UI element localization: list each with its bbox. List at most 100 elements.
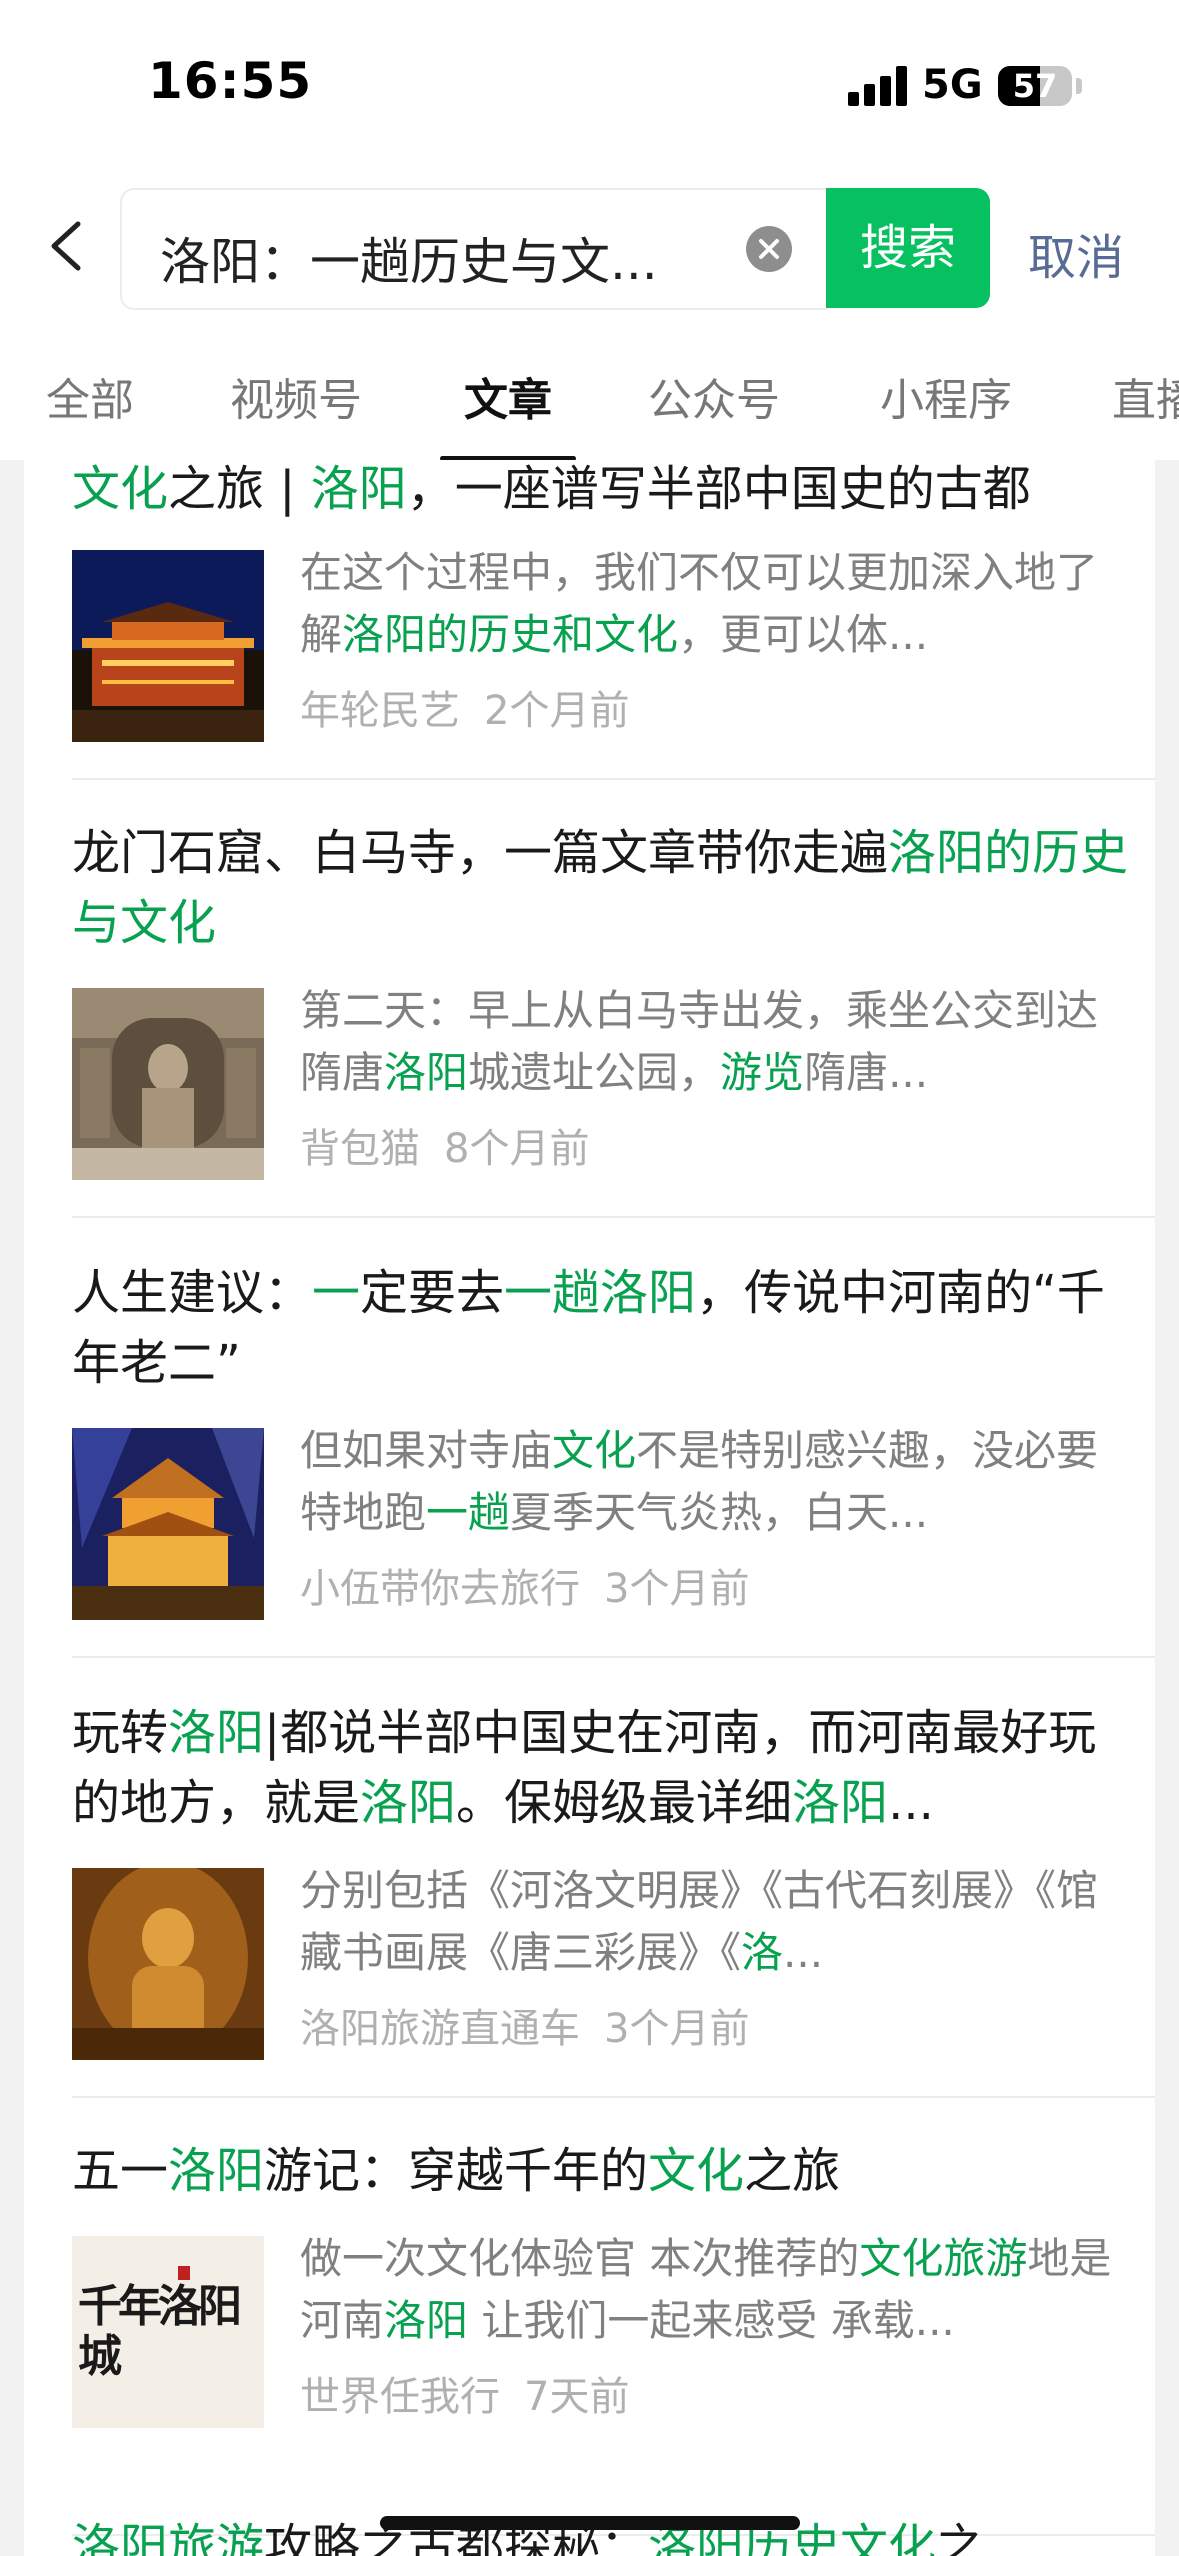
highlight-text: 洛阳 [384,2296,469,2345]
highlight-text: 洛阳 [384,1048,469,1097]
article-title[interactable]: 五一洛阳游记：穿越千年的文化之旅 [72,2136,1130,2206]
article-snippet: 在这个过程中，我们不仅可以更加深入地了解洛阳的历史和文化，更可以体... [300,542,1130,666]
article-meta: 背包猫 8个月前 [300,1116,589,1174]
article-time: 3个月前 [604,1566,750,1612]
list-item[interactable]: 文化之旅 | 洛阳，一座谱写半部中国史的古都 在这个过程中，我们不仅可以更加深入… [72,460,1130,744]
lit-pagoda-image [72,1428,264,1620]
text-segment: 玩转 [72,1705,169,1761]
article-title[interactable]: 文化之旅 | 洛阳，一座谱写半部中国史的古都 [72,460,1130,524]
text-segment: 城遗址公园， [468,1048,721,1097]
battery-level: 57 [1012,67,1058,105]
text-segment: 之旅 | [168,461,311,517]
results-card: 文化之旅 | 洛阳，一座谱写半部中国史的古都 在这个过程中，我们不仅可以更加深入… [24,460,1155,2556]
article-time: 8个月前 [444,1126,590,1172]
results-list: 文化之旅 | 洛阳，一座谱写半部中国史的古都 在这个过程中，我们不仅可以更加深入… [0,460,1179,2556]
highlight-text: 文化 [552,1426,637,1475]
article-title[interactable]: 人生建议：一定要去一趟洛阳，传说中河南的“千年老二” [72,1258,1130,1398]
article-time: 3个月前 [604,2006,750,2052]
article-source: 年轮民艺 [300,688,460,734]
article-snippet: 分别包括《河洛文明展》《古代石刻展》《馆藏书画展《唐三彩展》《洛... [300,1860,1130,1984]
text-segment: ，更可以体... [678,610,929,659]
divider [72,2096,1155,2098]
text-segment: 分别包括《河洛文明展》《古代石刻展》《馆藏书画展《唐三彩展》《 [300,1866,1099,1977]
article-meta: 年轮民艺 2个月前 [300,678,629,736]
highlight-text: 洛阳 [168,1705,265,1761]
cellular-signal-icon [848,66,908,106]
grotto-buddha-image [72,988,264,1180]
article-snippet: 第二天：早上从白马寺出发，乘坐公交到达隋唐洛阳城遗址公园，游览隋唐... [300,980,1130,1104]
text-segment: 但如果对寺庙 [300,1426,553,1475]
night-palace-image [72,550,264,742]
text-segment: 让我们一起来感受 承载... [468,2296,955,2345]
text-segment: 隋唐... [804,1048,929,1097]
article-time: 7天前 [524,2374,630,2420]
battery-icon: 57 [998,66,1072,106]
back-arrow-icon[interactable] [40,216,100,276]
tab-official-accounts[interactable]: 公众号 [648,364,780,428]
text-segment: 人生建议： [72,1265,313,1321]
article-time: 2个月前 [484,688,630,734]
article-source: 洛阳旅游直通车 [300,2006,580,2052]
tab-articles[interactable]: 文章 [464,364,552,428]
list-item[interactable]: 五一洛阳游记：穿越千年的文化之旅 千年洛阳城 做一次文化体验官 本次推荐的文化旅… [72,2136,1130,2430]
text-segment: ... [783,1928,824,1977]
status-time: 16:55 [148,52,313,110]
text-segment: ... [888,1775,934,1831]
home-indicator[interactable] [380,2516,800,2530]
highlight-text: 洛阳 [310,461,407,517]
article-snippet: 但如果对寺庙文化不是特别感兴趣，没必要特地跑一趟夏季天气炎热，白天... [300,1420,1130,1544]
search-input[interactable]: 洛阳：一趟历史与文... [120,188,828,310]
text-segment: 之旅 [744,2143,841,2199]
article-source: 背包猫 [300,1126,420,1172]
highlight-text: 文化 [72,461,169,517]
calligraphy-poster-image: 千年洛阳城 [72,2236,264,2428]
tab-mini-programs[interactable]: 小程序 [880,364,1012,428]
article-title[interactable]: 玩转洛阳|都说半部中国史在河南，而河南最好玩的地方，就是洛阳。保姆级最详细洛阳.… [72,1698,1130,1838]
highlight-text: 洛阳 [168,2143,265,2199]
cancel-button[interactable]: 取消 [1028,218,1124,288]
tab-live[interactable]: 直播 [1112,364,1179,428]
tab-channels[interactable]: 视频号 [230,364,362,428]
highlight-text: 文化 [648,2143,745,2199]
list-item[interactable]: 人生建议：一定要去一趟洛阳，传说中河南的“千年老二” 但如果对寺庙文化不是特别感… [72,1258,1130,1622]
article-meta: 小伍带你去旅行 3个月前 [300,1556,749,1614]
text-segment: 定要去 [360,1265,505,1321]
article-source: 小伍带你去旅行 [300,1566,580,1612]
highlight-text: 一 [312,1265,361,1321]
search-button[interactable]: 搜索 [826,188,990,308]
article-title[interactable]: 龙门石窟、白马寺，一篇文章带你走遍洛阳的历史与文化 [72,818,1130,958]
seal-stamp [178,2266,190,2280]
highlight-text: 一趟 [426,1488,511,1537]
highlight-text: 一趟洛阳 [504,1265,697,1321]
search-query[interactable]: 洛阳：一趟历史与文... [160,222,658,294]
text-segment: 做一次文化体验官 本次推荐的 [300,2234,860,2283]
text-segment: 之 [936,2519,985,2556]
divider [72,1656,1155,1658]
highlight-text: 洛阳 [792,1775,889,1831]
tab-all[interactable]: 全部 [46,364,134,428]
battery-tip [1076,78,1082,94]
text-segment: 龙门石窟、白马寺，一篇文章带你走遍 [72,825,889,881]
network-type: 5G [922,62,983,108]
divider [72,778,1155,780]
highlight-text: 洛 [741,1928,784,1977]
text-segment: 五一 [72,2143,169,2199]
golden-buddha-image [72,1868,264,2060]
text-segment: ，一座谱写半部中国史的古都 [406,461,1031,517]
poster-text: 千年洛阳城 [78,2281,242,2382]
highlight-text: 文化旅游 [859,2234,1028,2283]
article-source: 世界任我行 [300,2374,500,2420]
article-meta: 世界任我行 7天前 [300,2364,629,2422]
text-segment: 夏季天气炎热，白天... [510,1488,929,1537]
highlight-text: 洛阳的历史和文化 [342,610,679,659]
search-header: 洛阳：一趟历史与文... 搜索 取消 [0,170,1179,330]
article-meta: 洛阳旅游直通车 3个月前 [300,1996,749,2054]
list-item[interactable]: 龙门石窟、白马寺，一篇文章带你走遍洛阳的历史与文化 第二天：早上从白马寺出发，乘… [72,818,1130,1182]
list-item[interactable]: 玩转洛阳|都说半部中国史在河南，而河南最好玩的地方，就是洛阳。保姆级最详细洛阳.… [72,1698,1130,2062]
status-bar: 16:55 5G 57 [0,0,1179,170]
filter-tabs: 全部 视频号 文章 公众号 小程序 直播 [0,330,1179,461]
text-segment: 。保姆级最详细 [456,1775,793,1831]
article-snippet: 做一次文化体验官 本次推荐的文化旅游地是河南洛阳 让我们一起来感受 承载... [300,2228,1130,2352]
divider [72,1216,1155,1218]
clear-icon[interactable] [746,226,792,272]
